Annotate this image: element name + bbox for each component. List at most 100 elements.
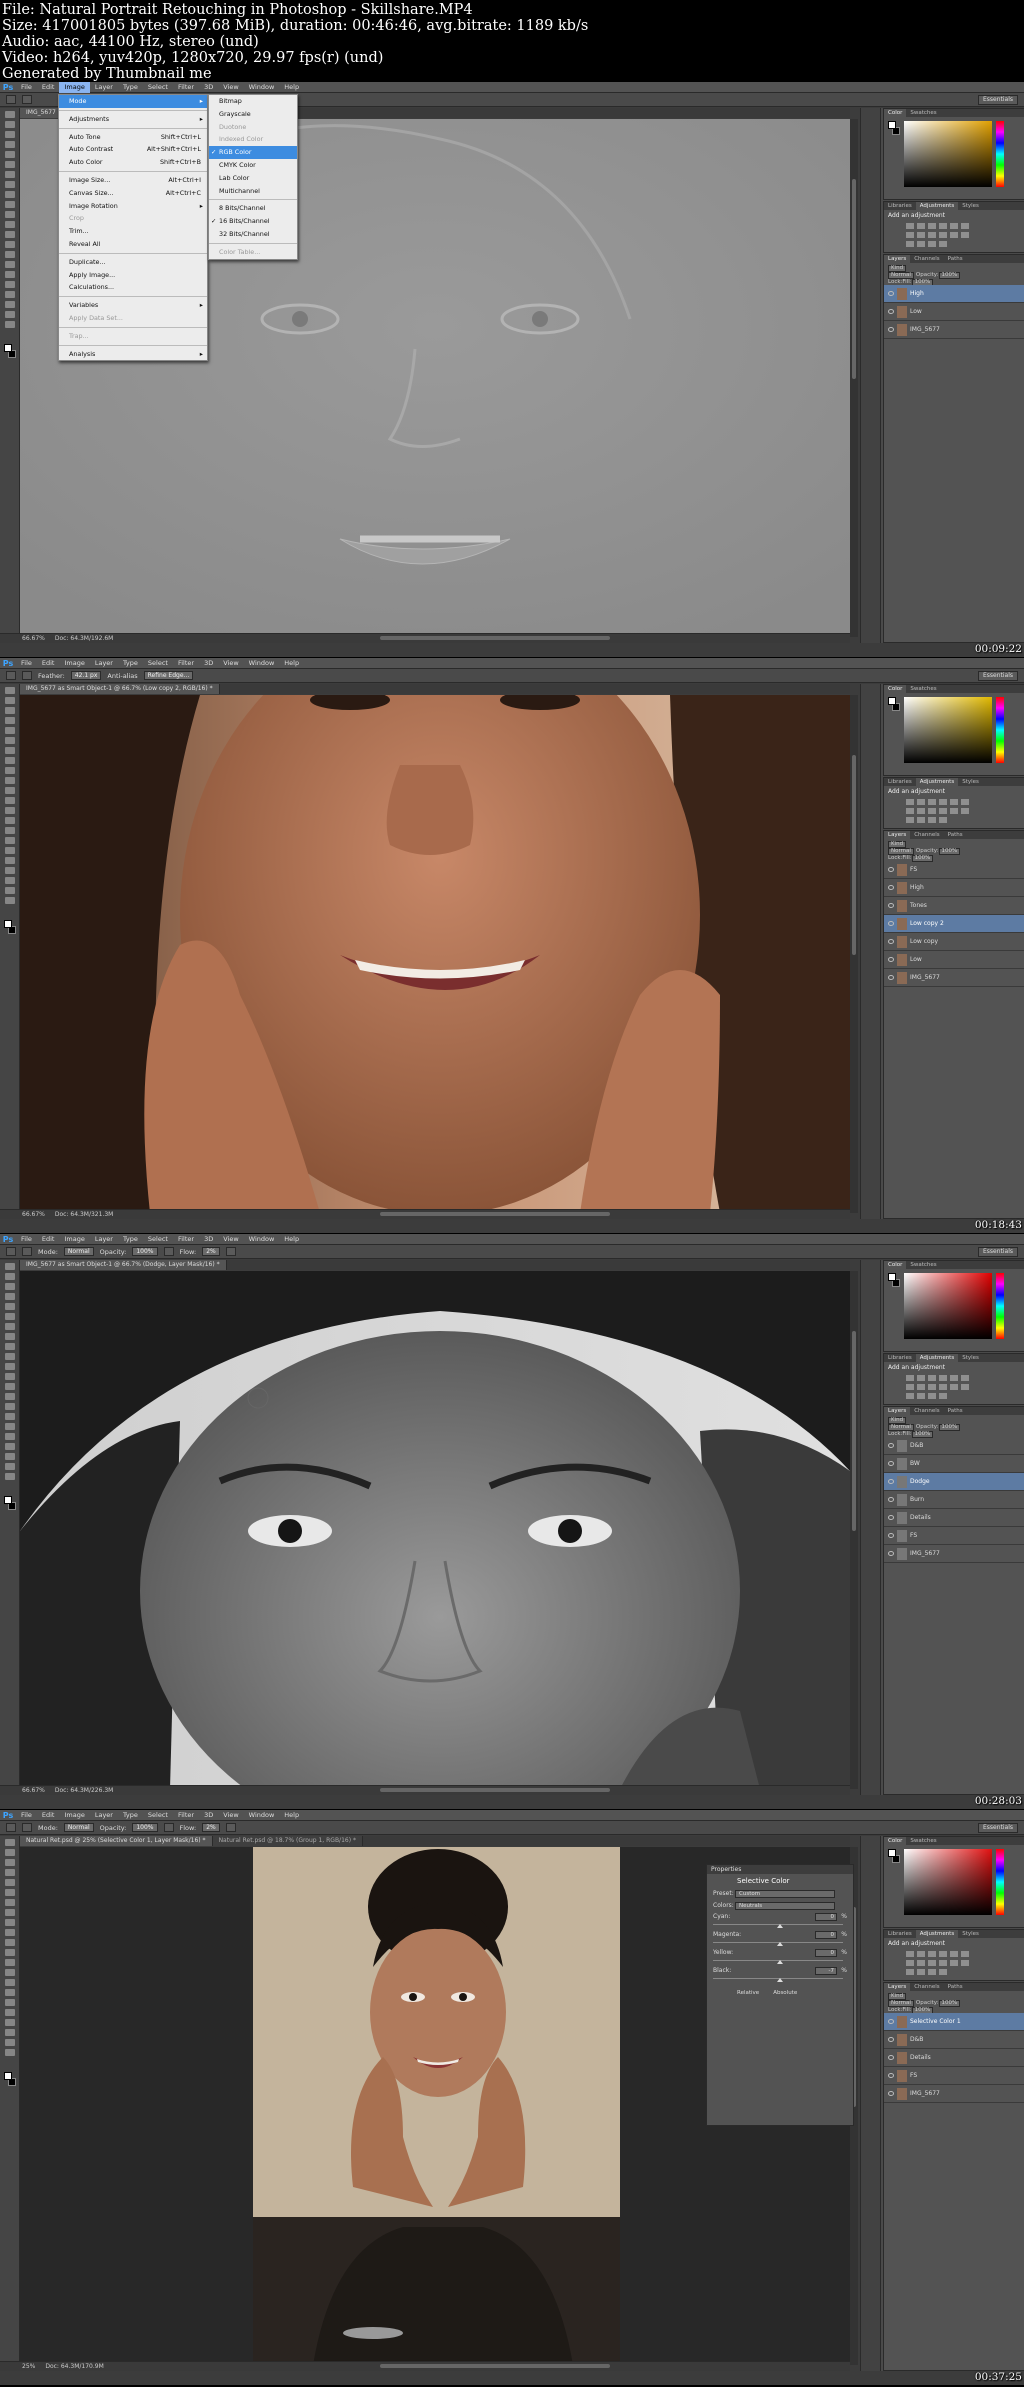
- color-picker-field[interactable]: [904, 1849, 992, 1915]
- adjustment-icon[interactable]: [939, 808, 947, 814]
- tool-icon[interactable]: [5, 1373, 15, 1380]
- adjustment-icon[interactable]: [961, 1375, 969, 1381]
- brush-preset-picker[interactable]: [22, 671, 32, 680]
- zoom-level[interactable]: 66.67%: [22, 635, 45, 642]
- tool-icon[interactable]: [5, 1313, 15, 1320]
- flow-input[interactable]: 2%: [202, 1247, 220, 1256]
- layer-opacity-input[interactable]: 100%: [938, 848, 961, 855]
- menu-view[interactable]: View: [218, 1810, 243, 1821]
- tool-icon[interactable]: [5, 727, 15, 734]
- menu-file[interactable]: File: [16, 1234, 37, 1245]
- brush-preset-picker[interactable]: [22, 1247, 32, 1256]
- tool-icon[interactable]: [5, 1939, 15, 1946]
- tool-icon[interactable]: [5, 1919, 15, 1926]
- tool-icon[interactable]: [5, 737, 15, 744]
- adjustment-icon[interactable]: [961, 232, 969, 238]
- tool-icon[interactable]: [5, 121, 15, 128]
- menu-image[interactable]: Image: [59, 1234, 89, 1245]
- color-picker-field[interactable]: [904, 121, 992, 187]
- tool-icon[interactable]: [5, 1403, 15, 1410]
- layer-row[interactable]: IMG_5677: [884, 2085, 1024, 2103]
- tool-icon[interactable]: [5, 281, 15, 288]
- tab-channels[interactable]: Channels: [910, 831, 943, 839]
- menu-window[interactable]: Window: [244, 1234, 280, 1245]
- tool-icon[interactable]: [5, 321, 15, 328]
- adjustment-icon[interactable]: [939, 1375, 947, 1381]
- menu-item-rgb-color[interactable]: ✓ RGB Color: [209, 146, 297, 159]
- tool-icon[interactable]: [5, 221, 15, 228]
- tool-icon[interactable]: [5, 131, 15, 138]
- color-picker-field[interactable]: [904, 1273, 992, 1339]
- layer-row[interactable]: Low: [884, 303, 1024, 321]
- vertical-scrollbar[interactable]: [850, 1271, 858, 1789]
- tool-icon[interactable]: [5, 767, 15, 774]
- menu-item-bitmap[interactable]: Bitmap: [209, 95, 297, 108]
- tool-icon[interactable]: [5, 2039, 15, 2046]
- adjustment-icon[interactable]: [917, 241, 925, 247]
- tool-icon[interactable]: [5, 887, 15, 894]
- tool-icon[interactable]: [5, 1929, 15, 1936]
- pressure-opacity-toggle[interactable]: [163, 1247, 174, 1256]
- visibility-eye-icon[interactable]: [888, 2019, 894, 2024]
- menu-select[interactable]: Select: [143, 82, 173, 93]
- adjustment-icon[interactable]: [939, 1384, 947, 1390]
- tool-icon[interactable]: [5, 867, 15, 874]
- adjustment-icon[interactable]: [950, 799, 958, 805]
- menu-item-auto-tone[interactable]: Auto Tone Shift+Ctrl+L: [59, 131, 207, 144]
- layer-row[interactable]: BW: [884, 1455, 1024, 1473]
- layer-opacity-input[interactable]: 100%: [938, 2000, 961, 2007]
- tool-icon[interactable]: [5, 1363, 15, 1370]
- tool-icon[interactable]: [5, 697, 15, 704]
- layer-row[interactable]: FS: [884, 861, 1024, 879]
- tool-icon[interactable]: [5, 1969, 15, 1976]
- tool-icon[interactable]: [5, 857, 15, 864]
- adjustment-icon[interactable]: [950, 1384, 958, 1390]
- tool-preset-picker[interactable]: [6, 1823, 16, 1832]
- tool-icon[interactable]: [5, 1999, 15, 2006]
- tool-icon[interactable]: [5, 1433, 15, 1440]
- adjustment-icon[interactable]: [928, 241, 936, 247]
- adjustment-icon[interactable]: [928, 1375, 936, 1381]
- menu-view[interactable]: View: [218, 82, 243, 93]
- adjustment-icon[interactable]: [906, 232, 914, 238]
- adjustment-icon[interactable]: [939, 799, 947, 805]
- brush-preset-picker[interactable]: [22, 1823, 32, 1832]
- layer-filter-kind[interactable]: Kind: [888, 1417, 907, 1424]
- menu-type[interactable]: Type: [118, 658, 143, 669]
- tab-styles[interactable]: Styles: [958, 202, 983, 210]
- tab-layers[interactable]: Layers: [884, 831, 911, 839]
- tool-icon[interactable]: [5, 787, 15, 794]
- feather-input[interactable]: 42.1 px: [70, 671, 102, 680]
- slider-value-input[interactable]: 0: [815, 1913, 837, 1921]
- adjustment-icon[interactable]: [906, 223, 914, 229]
- tool-icon[interactable]: [5, 1989, 15, 1996]
- tool-icon[interactable]: [5, 2029, 15, 2036]
- adjustment-icon[interactable]: [939, 232, 947, 238]
- tool-icon[interactable]: [5, 1453, 15, 1460]
- document-tab[interactable]: IMG_5677 as Smart Object-1 @ 66.7% (Low …: [20, 684, 220, 694]
- menu-window[interactable]: Window: [244, 658, 280, 669]
- layer-row[interactable]: High: [884, 285, 1024, 303]
- menu-item-analysis[interactable]: Analysis ▸: [59, 348, 207, 361]
- layer-row[interactable]: High: [884, 879, 1024, 897]
- menu-image[interactable]: Image: [59, 82, 90, 93]
- adjustment-icon[interactable]: [950, 223, 958, 229]
- menu-select[interactable]: Select: [143, 1234, 173, 1245]
- tab-color[interactable]: Color: [884, 685, 907, 693]
- layer-row[interactable]: IMG_5677: [884, 1545, 1024, 1563]
- tool-icon[interactable]: [5, 1423, 15, 1430]
- layer-filter-kind[interactable]: Kind: [888, 1993, 907, 2000]
- adjustment-icon[interactable]: [917, 232, 925, 238]
- menu-item-16-bits-channel[interactable]: ✓ 16 Bits/Channel: [209, 215, 297, 228]
- layer-row[interactable]: IMG_5677: [884, 969, 1024, 987]
- tool-icon[interactable]: [5, 1959, 15, 1966]
- tool-icon[interactable]: [5, 251, 15, 258]
- scroll-thumb[interactable]: [852, 1331, 856, 1531]
- layer-filter-kind[interactable]: Kind: [888, 841, 907, 848]
- document-canvas[interactable]: [20, 1271, 850, 1789]
- adjustment-icon[interactable]: [961, 223, 969, 229]
- menu-item-apply-image-[interactable]: Apply Image...: [59, 269, 207, 282]
- zoom-level[interactable]: 25%: [22, 2363, 35, 2370]
- slider-knob[interactable]: [777, 1960, 783, 1964]
- menu-item-duplicate-[interactable]: Duplicate...: [59, 256, 207, 269]
